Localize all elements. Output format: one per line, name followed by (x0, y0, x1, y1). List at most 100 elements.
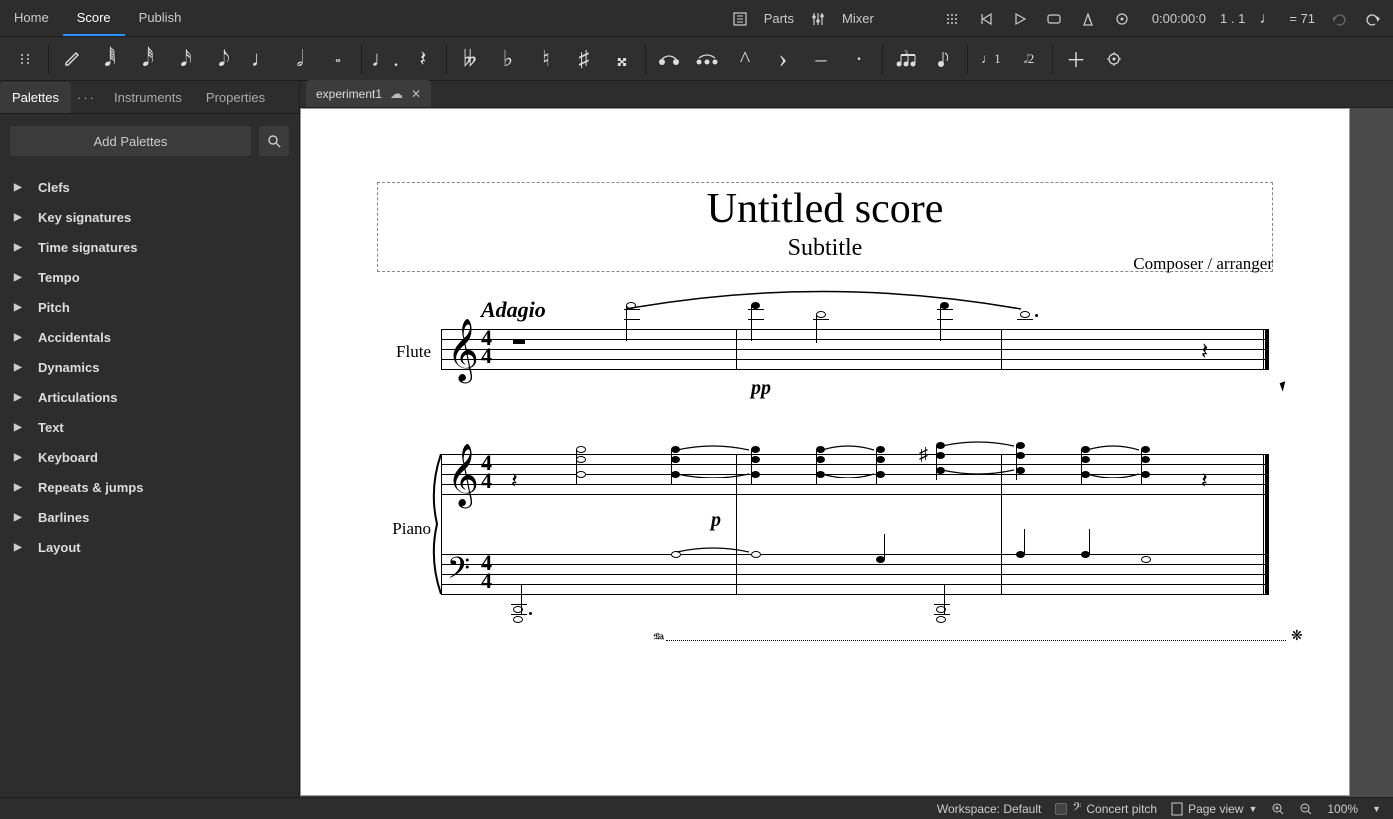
palette-item[interactable]: ▶Layout (0, 532, 299, 562)
document-tab[interactable]: experiment1 ☁ ✕ (306, 80, 431, 107)
zoom-value[interactable]: 100% (1327, 802, 1358, 816)
loop-icon[interactable] (1044, 9, 1064, 29)
dynamic-p[interactable]: p (711, 509, 721, 532)
page-view-dropdown[interactable]: Page view ▼ (1171, 802, 1257, 816)
metronome-icon[interactable] (1078, 9, 1098, 29)
score-page[interactable]: Untitled score Subtitle Composer / arran… (300, 108, 1350, 796)
menu-publish[interactable]: Publish (125, 0, 196, 36)
palette-item[interactable]: ▶Pitch (0, 292, 299, 322)
cloud-icon: ☁ (390, 86, 403, 102)
move-icon[interactable] (942, 9, 962, 29)
undo-icon[interactable] (1329, 9, 1349, 29)
note-32-icon[interactable]: 𝅘𝅥𝅰 (131, 42, 165, 76)
main-menu: Home Score Publish Parts Mixer 0:00:00: (0, 0, 1393, 37)
palette-item[interactable]: ▶Text (0, 412, 299, 442)
score-title[interactable]: Untitled score (378, 185, 1272, 233)
instrument-label-flute: Flute (361, 342, 431, 362)
palette-item[interactable]: ▶Clefs (0, 172, 299, 202)
add-icon[interactable]: ＋ (1059, 42, 1093, 76)
dynamic-pp[interactable]: pp (751, 377, 771, 400)
tenuto-icon[interactable]: – (804, 42, 838, 76)
status-bar: Workspace: Default 𝄢 Concert pitch Page … (0, 797, 1393, 819)
palette-item[interactable]: ▶Accidentals (0, 322, 299, 352)
staff-piano-bass[interactable]: 𝄢 44 (441, 554, 1269, 594)
svg-text:3: 3 (904, 49, 908, 58)
palette-item[interactable]: ▶Tempo (0, 262, 299, 292)
staff-flute[interactable]: 𝄞 44 𝄽 (441, 329, 1269, 369)
pedal-mark[interactable]: 𝆮 (651, 629, 1286, 650)
tempo-marking[interactable]: Adagio (481, 297, 546, 323)
menu-home[interactable]: Home (0, 0, 63, 36)
add-palettes-button[interactable]: Add Palettes (10, 126, 251, 156)
tempo-display: = 71 (1289, 11, 1315, 26)
mouse-cursor (1280, 381, 1289, 392)
tab-instruments[interactable]: Instruments (102, 82, 194, 113)
mixer-icon[interactable] (808, 9, 828, 29)
palette-list: ▶Clefs ▶Key signatures ▶Time signatures … (0, 168, 299, 566)
beat-display: 1 . 1 (1220, 11, 1245, 26)
staccato-icon[interactable]: · (842, 42, 876, 76)
zoom-dropdown-icon[interactable]: ▼ (1372, 804, 1381, 814)
cog-icon[interactable] (1097, 42, 1131, 76)
palette-item[interactable]: ▶Time signatures (0, 232, 299, 262)
slur-icon[interactable] (690, 42, 724, 76)
note-64-icon[interactable]: 𝅘𝅥𝅱 (93, 42, 127, 76)
tab-palettes[interactable]: Palettes (0, 82, 71, 113)
tab-more-icon[interactable]: ··· (71, 82, 102, 113)
pencil-icon[interactable] (55, 42, 89, 76)
dflat-icon[interactable]: 𝄫 (453, 42, 487, 76)
composer-text[interactable]: Composer / arranger (1133, 254, 1273, 274)
parts-icon[interactable] (730, 9, 750, 29)
palette-item[interactable]: ▶Key signatures (0, 202, 299, 232)
menu-score[interactable]: Score (63, 0, 125, 36)
concert-pitch-toggle[interactable]: 𝄢 Concert pitch (1055, 800, 1157, 817)
note-icon: ♩ (1259, 10, 1275, 28)
settings-play-icon[interactable] (1112, 9, 1132, 29)
voice1-icon[interactable]: ♩1 (974, 42, 1008, 76)
zoom-in-icon[interactable] (1271, 802, 1285, 816)
flat-icon[interactable]: ♭ (491, 42, 525, 76)
palette-item[interactable]: ▶Barlines (0, 502, 299, 532)
rest-icon[interactable]: 𝄽 (406, 42, 440, 76)
time-display: 0:00:00:0 (1152, 11, 1206, 26)
tie-icon[interactable] (652, 42, 686, 76)
zoom-out-icon[interactable] (1299, 802, 1313, 816)
note-16-icon[interactable]: 𝅘𝅥𝅯 (169, 42, 203, 76)
note-toolbar: 𝅘𝅥𝅱 𝅘𝅥𝅰 𝅘𝅥𝅯 𝅘𝅥𝅮 ♩ 𝅗𝅥 𝅝 ♩. 𝄽 𝄫 ♭ ♮ ♯ 𝄪 ^ … (0, 37, 1393, 81)
rewind-icon[interactable] (976, 9, 996, 29)
palette-item[interactable]: ▶Keyboard (0, 442, 299, 472)
natural-icon[interactable]: ♮ (529, 42, 563, 76)
play-icon[interactable] (1010, 9, 1030, 29)
palette-item[interactable]: ▶Dynamics (0, 352, 299, 382)
marcato-icon[interactable]: ^ (728, 42, 762, 76)
parts-label[interactable]: Parts (764, 11, 794, 26)
note-8-icon[interactable]: 𝅘𝅥𝅮 (207, 42, 241, 76)
grab-icon[interactable] (8, 42, 42, 76)
close-icon[interactable]: ✕ (411, 87, 421, 101)
note-1-icon[interactable]: 𝅝 (321, 42, 355, 76)
sharp-icon[interactable]: ♯ (567, 42, 601, 76)
tab-properties[interactable]: Properties (194, 82, 277, 113)
palette-item[interactable]: ▶Articulations (0, 382, 299, 412)
redo-icon[interactable] (1363, 9, 1383, 29)
dot-icon[interactable]: ♩. (368, 42, 402, 76)
panel-tabs: Palettes ··· Instruments Properties (0, 81, 299, 114)
mixer-label[interactable]: Mixer (842, 11, 874, 26)
instrument-label-piano: Piano (361, 519, 431, 539)
note-2-icon[interactable]: 𝅗𝅥 (283, 42, 317, 76)
pedal-release[interactable]: ❋ (1291, 627, 1303, 644)
workspace-label[interactable]: Workspace: Default (937, 802, 1042, 816)
note-4-icon[interactable]: ♩ (245, 42, 279, 76)
tuplet-icon[interactable]: 3 (889, 42, 923, 76)
staff-piano-treble[interactable]: 𝄞 44 𝄽 (441, 454, 1269, 494)
document-tabs: experiment1 ☁ ✕ (300, 81, 1393, 108)
left-panel: Palettes ··· Instruments Properties Add … (0, 81, 300, 797)
accent-icon[interactable]: › (766, 42, 800, 76)
dsharp-icon[interactable]: 𝄪 (605, 42, 639, 76)
score-canvas[interactable]: Untitled score Subtitle Composer / arran… (300, 108, 1393, 797)
document-tab-label: experiment1 (316, 87, 382, 101)
voice2-icon[interactable]: 𝅗𝅥2 (1012, 42, 1046, 76)
flip-icon[interactable] (927, 42, 961, 76)
palette-item[interactable]: ▶Repeats & jumps (0, 472, 299, 502)
search-icon[interactable] (259, 126, 289, 156)
